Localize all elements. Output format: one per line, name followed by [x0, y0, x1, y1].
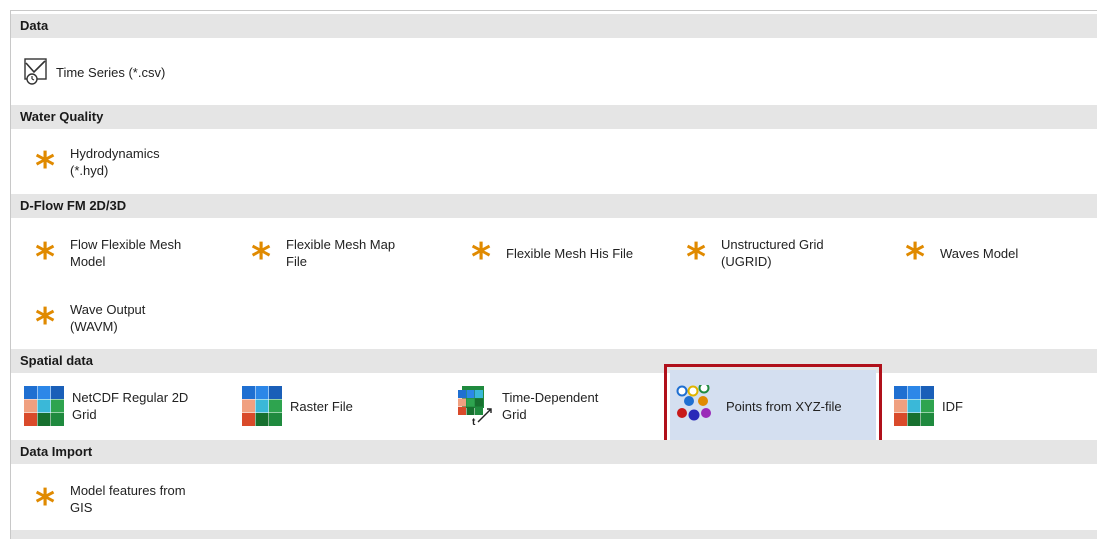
- item-label: IDF: [942, 398, 963, 414]
- item-wave-output[interactable]: * Wave Output (WAVM): [32, 296, 146, 344]
- time-series-icon: [24, 58, 48, 86]
- item-label: Unstructured Grid (UGRID): [721, 237, 824, 269]
- item-label: Flexible Mesh His File: [506, 245, 634, 261]
- item-raster-file[interactable]: Raster File: [242, 384, 353, 428]
- item-waves-model[interactable]: * Waves Model: [902, 231, 1019, 279]
- item-label: Model features from GIS: [70, 483, 186, 515]
- grid-icon: [24, 386, 64, 426]
- section-header-spatial-data: Spatial data: [11, 349, 1097, 373]
- item-label: Time Series (*.csv): [56, 64, 166, 80]
- item-label: Flow Flexible Mesh Model: [70, 237, 182, 269]
- item-hydrodynamics[interactable]: * Hydrodynamics (*.hyd): [32, 140, 160, 188]
- points-icon: [676, 385, 718, 427]
- time-grid-icon: t: [458, 386, 494, 426]
- svg-text:t: t: [472, 417, 476, 426]
- item-unstructured-grid[interactable]: * Unstructured Grid (UGRID): [683, 231, 824, 279]
- asterisk-icon: *: [35, 235, 55, 279]
- section-header-next: [11, 530, 1097, 539]
- item-label: Hydrodynamics (*.hyd): [70, 146, 160, 178]
- item-flexible-mesh-his-file[interactable]: * Flexible Mesh His File: [468, 231, 634, 279]
- asterisk-icon: *: [905, 235, 925, 279]
- section-header-dflow: D-Flow FM 2D/3D: [11, 194, 1097, 218]
- item-time-dependent-grid[interactable]: t Time-Dependent Grid: [458, 384, 598, 428]
- grid-icon: [894, 386, 934, 426]
- item-label: Waves Model: [940, 245, 1019, 261]
- asterisk-icon: *: [35, 481, 55, 525]
- section-header-data: Data: [11, 14, 1097, 38]
- grid-icon: [242, 386, 282, 426]
- section-header-data-import: Data Import: [11, 440, 1097, 464]
- item-label: NetCDF Regular 2D Grid: [72, 390, 189, 422]
- item-label: Wave Output (WAVM): [70, 302, 146, 334]
- asterisk-icon: *: [251, 235, 271, 279]
- asterisk-icon: *: [686, 235, 706, 279]
- asterisk-icon: *: [35, 300, 55, 344]
- item-time-series[interactable]: Time Series (*.csv): [24, 50, 165, 94]
- item-label: Flexible Mesh Map File: [286, 237, 396, 269]
- section-header-water-quality: Water Quality: [11, 105, 1097, 129]
- item-label: Points from XYZ-file: [726, 398, 842, 414]
- item-flexible-mesh-map-file[interactable]: * Flexible Mesh Map File: [248, 231, 396, 279]
- item-netcdf-regular-2d-grid[interactable]: NetCDF Regular 2D Grid: [24, 384, 188, 428]
- item-label: Raster File: [290, 398, 353, 414]
- item-idf[interactable]: IDF: [894, 384, 963, 428]
- item-flow-flexible-mesh-model[interactable]: * Flow Flexible Mesh Model: [32, 231, 182, 279]
- asterisk-icon: *: [471, 235, 491, 279]
- asterisk-icon: *: [35, 144, 55, 188]
- item-points-from-xyz-file[interactable]: Points from XYZ-file: [676, 384, 842, 428]
- item-model-features-from-gis[interactable]: * Model features from GIS: [32, 477, 186, 525]
- item-label: Time-Dependent Grid: [502, 390, 599, 422]
